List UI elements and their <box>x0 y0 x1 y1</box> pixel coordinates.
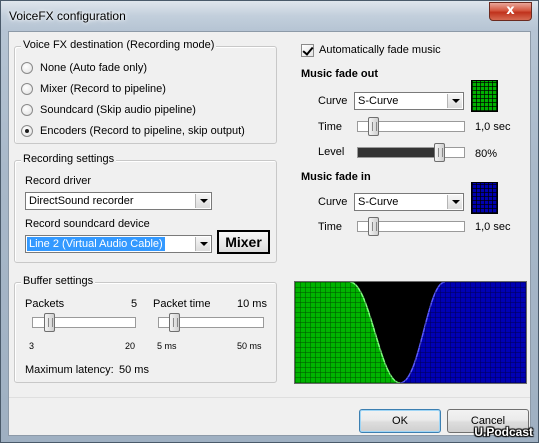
fade-out-level-slider[interactable] <box>357 143 465 162</box>
fade-in-curve-select[interactable]: S-Curve <box>354 193 464 211</box>
radio-option-soundcard[interactable]: Soundcard (Skip audio pipeline) <box>21 102 196 118</box>
fade-in-time-slider[interactable] <box>357 217 465 236</box>
buffer-group-title: Buffer settings <box>21 275 96 287</box>
window-title: VoiceFX configuration <box>9 9 126 23</box>
destination-group: Voice FX destination (Recording mode) No… <box>14 39 277 144</box>
record-device-select[interactable]: Line 2 (Virtual Audio Cable) <box>25 235 212 253</box>
fade-out-color-swatch[interactable] <box>471 80 498 112</box>
radio-option-encoders[interactable]: Encoders (Record to pipeline, skip outpu… <box>21 123 245 139</box>
mixer-button[interactable]: Mixer <box>217 230 270 254</box>
chevron-down-icon[interactable] <box>195 237 210 251</box>
fade-in-time-slider-thumb[interactable] <box>368 217 379 236</box>
fade-in-curve-value: S-Curve <box>358 196 399 208</box>
fade-out-level-label: Level <box>318 146 345 158</box>
packet-time-max-label: 50 ms <box>237 341 262 351</box>
record-driver-value: DirectSound recorder <box>29 195 134 207</box>
title-bar[interactable]: VoiceFX configuration x <box>1 1 538 31</box>
radio-option-mixer[interactable]: Mixer (Record to pipeline) <box>21 81 166 97</box>
recording-group-title: Recording settings <box>21 153 117 165</box>
fade-curve-preview <box>294 281 527 384</box>
destination-group-title: Voice FX destination (Recording mode) <box>21 39 217 51</box>
max-latency-value: 50 ms <box>119 364 149 376</box>
close-icon: x <box>506 3 515 18</box>
radio-button[interactable] <box>21 125 33 137</box>
chevron-down-icon[interactable] <box>447 94 462 108</box>
fade-out-time-value: 1,0 sec <box>475 121 511 133</box>
packets-value: 5 <box>131 298 138 310</box>
fade-in-heading: Music fade in <box>301 171 371 183</box>
fade-out-time-slider[interactable] <box>357 117 465 136</box>
watermark-logo: U.Podcast <box>474 425 533 439</box>
fade-out-curve-select[interactable]: S-Curve <box>354 92 464 110</box>
fade-curve-graph <box>295 281 526 384</box>
fade-out-level-slider-thumb[interactable] <box>434 143 445 162</box>
fade-out-time-label: Time <box>318 121 343 133</box>
radio-option-none[interactable]: None (Auto fade only) <box>21 60 147 76</box>
dialog-client-area: Voice FX destination (Recording mode) No… <box>8 31 531 436</box>
fade-in-time-value: 1,0 sec <box>475 221 511 233</box>
packets-min-label: 3 <box>29 341 35 351</box>
packets-slider-thumb[interactable] <box>44 313 55 332</box>
record-driver-select[interactable]: DirectSound recorder <box>25 192 212 210</box>
packet-time-min-label: 5 ms <box>157 341 177 351</box>
auto-fade-checkbox[interactable] <box>301 44 314 57</box>
voicefx-config-dialog: VoiceFX configuration x Voice FX destina… <box>0 0 539 443</box>
radio-label: None (Auto fade only) <box>40 62 148 74</box>
radio-label: Soundcard (Skip audio pipeline) <box>40 104 196 116</box>
radio-label: Encoders (Record to pipeline, skip outpu… <box>40 125 245 137</box>
radio-label: Mixer (Record to pipeline) <box>40 83 166 95</box>
chevron-down-icon[interactable] <box>447 195 462 209</box>
fade-in-color-swatch[interactable] <box>471 182 498 214</box>
packets-slider[interactable] <box>32 313 136 332</box>
ok-button[interactable]: OK <box>359 409 441 433</box>
fade-out-level-value: 80% <box>475 148 498 160</box>
buffer-settings-group: Buffer settings Packets 5 3 20 Packet ti… <box>14 275 277 383</box>
record-driver-label: Record driver <box>25 175 92 187</box>
close-button[interactable]: x <box>489 2 532 21</box>
fade-out-curve-label: Curve <box>318 95 348 107</box>
fade-out-curve-value: S-Curve <box>358 95 399 107</box>
max-latency-label: Maximum latency: <box>25 364 114 376</box>
chevron-down-icon[interactable] <box>195 194 210 208</box>
packets-label: Packets <box>25 298 65 310</box>
packets-max-label: 20 <box>125 341 136 351</box>
packet-time-slider[interactable] <box>158 313 264 332</box>
packet-time-value: 10 ms <box>237 298 267 310</box>
auto-fade-label: Automatically fade music <box>319 44 441 56</box>
packet-time-slider-thumb[interactable] <box>169 313 180 332</box>
radio-button[interactable] <box>21 62 33 74</box>
radio-button[interactable] <box>21 83 33 95</box>
fade-out-level-fill <box>358 148 443 157</box>
fade-in-time-label: Time <box>318 221 343 233</box>
radio-button[interactable] <box>21 104 33 116</box>
fade-in-curve-label: Curve <box>318 196 348 208</box>
packet-time-label: Packet time <box>153 298 211 310</box>
record-device-value: Line 2 (Virtual Audio Cable) <box>26 236 166 252</box>
fade-out-heading: Music fade out <box>301 68 379 80</box>
fade-out-time-slider-thumb[interactable] <box>368 117 379 136</box>
record-device-label: Record soundcard device <box>25 218 150 230</box>
preview-grid <box>295 282 526 383</box>
